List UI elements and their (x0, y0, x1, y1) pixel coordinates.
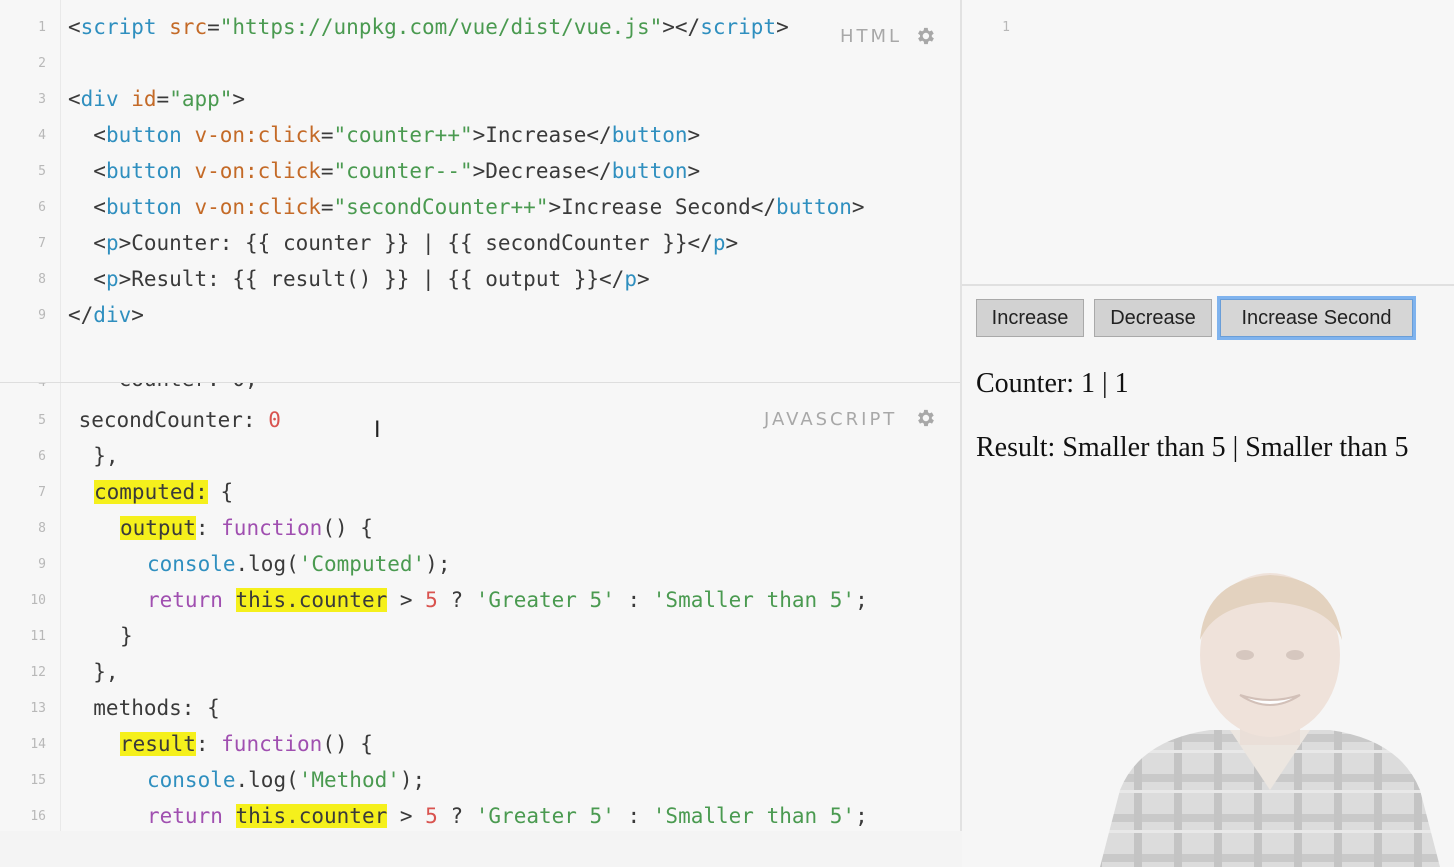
line-number: 8 (38, 521, 46, 536)
line-gutter: 1 2 3 4 5 6 7 8 9 (0, 0, 61, 382)
line-number: 6 (38, 449, 46, 464)
line-number: 8 (38, 272, 46, 287)
code-line[interactable]: <div id="app"> (68, 81, 245, 117)
code-line[interactable]: <button v-on:click="secondCounter++">Inc… (68, 189, 864, 225)
code-line[interactable]: <p>Counter: {{ counter }} | {{ secondCou… (68, 225, 738, 261)
line-number: 16 (30, 809, 46, 824)
line-number: 11 (30, 629, 46, 644)
html-editor-pane[interactable]: 1 2 3 4 5 6 7 8 9 <script src="https://u… (0, 0, 960, 382)
code-line[interactable]: result: function() { (120, 726, 373, 762)
result-output: Result: Smaller than 5 | Smaller than 5 (976, 432, 1409, 463)
text-cursor-icon: I (374, 418, 381, 443)
javascript-editor-pane[interactable]: 4 5 6 7 8 9 10 11 12 13 14 15 16 counter… (0, 383, 960, 831)
code-line[interactable]: <button v-on:click="counter--">Decrease<… (68, 153, 700, 189)
code-line[interactable]: return this.counter > 5 ? 'Greater 5' : … (147, 582, 868, 618)
line-number: 7 (38, 485, 46, 500)
line-number: 12 (30, 665, 46, 680)
code-line[interactable]: methods: { (68, 690, 219, 726)
line-gutter: 4 5 6 7 8 9 10 11 12 13 14 15 16 (0, 383, 61, 831)
line-number: 6 (38, 200, 46, 215)
line-number: 13 (30, 701, 46, 716)
code-line[interactable]: return this.counter > 5 ? 'Greater 5' : … (147, 798, 868, 831)
code-line[interactable]: computed: { (94, 474, 233, 510)
line-number: 3 (38, 92, 46, 107)
increase-button[interactable]: Increase (976, 299, 1084, 337)
code-line[interactable]: }, (68, 438, 118, 474)
line-number: 15 (30, 773, 46, 788)
line-number: 9 (38, 308, 46, 323)
counter-output: Counter: 1 | 1 (976, 368, 1129, 399)
code-line[interactable]: <script src="https://unpkg.com/vue/dist/… (68, 9, 789, 45)
gear-icon[interactable] (914, 25, 936, 47)
presenter-webcam-overlay (1100, 573, 1440, 867)
line-number: 1 (38, 20, 46, 35)
code-line[interactable]: secondCounter: 0 (28, 402, 281, 438)
code-line[interactable]: console.log('Computed'); (147, 546, 450, 582)
code-line[interactable]: }, (68, 654, 118, 690)
css-pane-collapsed[interactable]: 1 (962, 0, 1454, 286)
code-line[interactable]: <p>Result: {{ result() }} | {{ output }}… (68, 261, 649, 297)
editor-bottom-strip (0, 831, 962, 867)
code-line[interactable]: console.log('Method'); (147, 762, 425, 798)
line-number: 14 (30, 737, 46, 752)
code-line[interactable]: </div> (68, 297, 144, 333)
decrease-button[interactable]: Decrease (1094, 299, 1212, 337)
line-number: 2 (38, 56, 46, 71)
line-number: 7 (38, 236, 46, 251)
line-number: 5 (38, 164, 46, 179)
partially-visible-code-line: counter: 0, (68, 383, 258, 391)
increase-second-button[interactable]: Increase Second (1220, 299, 1413, 337)
code-line[interactable]: output: function() { (120, 510, 373, 546)
line-number: 1 (1002, 20, 1010, 35)
code-line[interactable]: } (120, 618, 133, 654)
line-number: 10 (30, 593, 46, 608)
line-number: 9 (38, 557, 46, 572)
code-line[interactable]: <button v-on:click="counter++">Increase<… (68, 117, 700, 153)
javascript-pane-label: JAVASCRIPT (764, 409, 898, 430)
gear-icon[interactable] (914, 407, 936, 429)
line-number: 4 (38, 128, 46, 143)
html-pane-label: HTML (840, 26, 903, 47)
line-number: 4 (0, 383, 46, 390)
